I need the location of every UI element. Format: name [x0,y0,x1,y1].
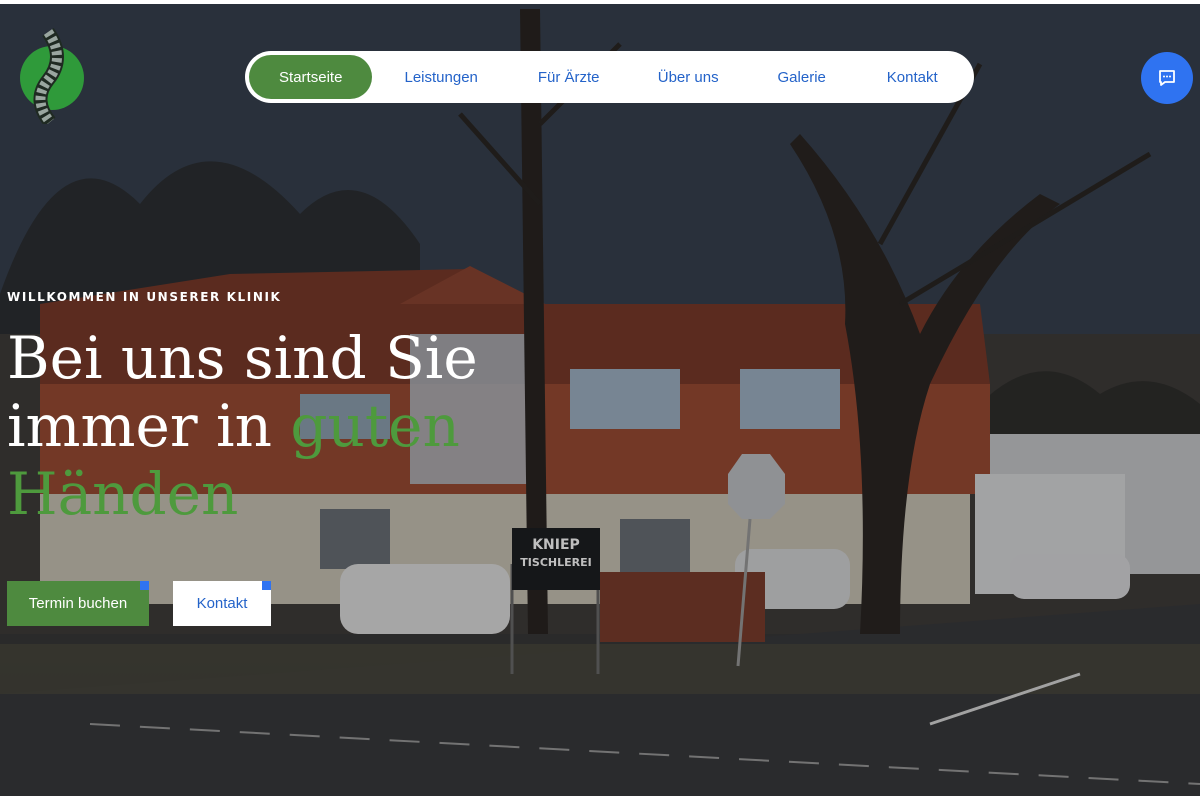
nav-item-galerie[interactable]: Galerie [749,55,855,99]
chat-bubble-icon [1159,70,1175,86]
book-appointment-label: Termin buchen [28,595,128,612]
hero-kicker: WILLKOMMEN IN UNSERER KLINIK [7,290,282,304]
nav-item-leistungen[interactable]: Leistungen [372,55,509,99]
nav-item-startseite[interactable]: Startseite [249,55,373,99]
chat-button[interactable] [1141,52,1193,104]
hero-section: KNIEP TISCHLEREI Startseite Leistungen F… [0,4,1200,796]
book-appointment-button[interactable]: Termin buchen [7,581,149,626]
corner-accent [262,581,271,590]
contact-button[interactable]: Kontakt [173,581,271,626]
nav-item-kontakt[interactable]: Kontakt [854,55,970,99]
nav-item-fuer-aerzte[interactable]: Für Ärzte [510,55,628,99]
hero-headline: Bei uns sind Sie immer in guten Händen [7,324,567,528]
clinic-logo[interactable] [18,28,86,127]
contact-label: Kontakt [196,595,248,612]
main-navigation: Startseite Leistungen Für Ärzte Über uns… [245,51,974,103]
nav-item-ueber-uns[interactable]: Über uns [627,55,749,99]
corner-accent [140,581,149,590]
spine-logo-icon [20,28,84,127]
